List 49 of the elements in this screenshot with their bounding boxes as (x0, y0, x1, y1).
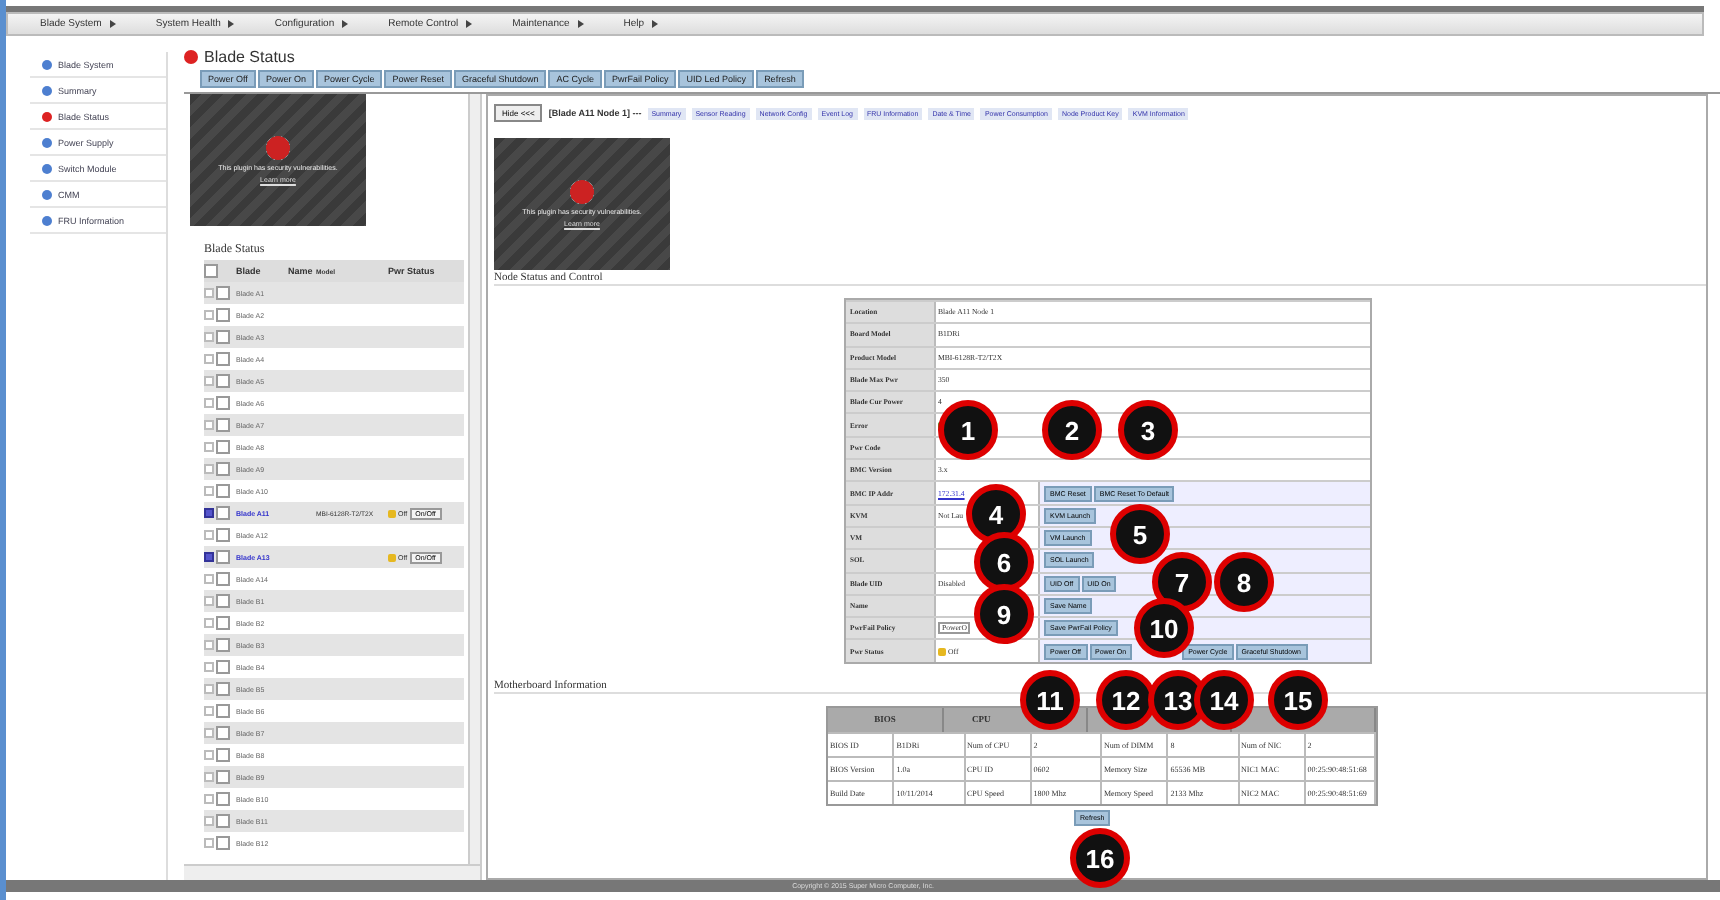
power-icon (388, 553, 396, 561)
page-title: Blade Status (204, 47, 295, 65)
checkbox[interactable] (216, 638, 230, 652)
checkbox[interactable] (216, 286, 230, 300)
checkbox[interactable] (216, 616, 230, 630)
checkbox[interactable] (216, 748, 230, 762)
checkbox[interactable] (216, 550, 230, 564)
checkbox[interactable] (216, 770, 230, 784)
callout-badge: 16 (1070, 828, 1130, 888)
power-icon (938, 647, 946, 656)
checkbox[interactable] (216, 726, 230, 740)
bullet-icon (42, 111, 52, 121)
callout-badge: 2 (1042, 400, 1102, 460)
callout-badge: 9 (974, 584, 1034, 644)
bullet-icon (42, 163, 52, 173)
power-icon (388, 509, 396, 517)
checkbox[interactable] (216, 572, 230, 586)
checkbox[interactable] (216, 462, 230, 476)
callout-badge: 4 (966, 484, 1026, 544)
scrollbar[interactable] (468, 94, 480, 864)
checkbox[interactable] (216, 704, 230, 718)
bullet-icon (42, 189, 52, 199)
checkbox[interactable] (216, 660, 230, 674)
checkbox[interactable] (216, 594, 230, 608)
checkbox[interactable] (216, 792, 230, 806)
bullet-icon (42, 59, 52, 69)
checkbox[interactable] (216, 682, 230, 696)
checkbox[interactable] (216, 374, 230, 388)
checkbox[interactable] (216, 506, 230, 520)
checkbox[interactable] (216, 308, 230, 322)
checkbox[interactable] (216, 396, 230, 410)
callout-badge: 14 (1194, 670, 1254, 730)
callout-badge: 3 (1118, 400, 1178, 460)
callout-badge: 11 (1020, 670, 1080, 730)
bullet-icon (42, 85, 52, 95)
checkbox[interactable] (216, 440, 230, 454)
callout-badge: 15 (1268, 670, 1328, 730)
checkbox[interactable] (216, 352, 230, 366)
callout-badge: 6 (974, 532, 1034, 592)
checkbox[interactable] (216, 484, 230, 498)
scrollbar[interactable] (184, 864, 480, 880)
checkbox[interactable] (204, 264, 218, 278)
bullet-icon (42, 137, 52, 147)
checkbox[interactable] (216, 418, 230, 432)
checkbox[interactable] (216, 814, 230, 828)
checkbox[interactable] (216, 836, 230, 850)
checkbox[interactable] (216, 330, 230, 344)
bullet-icon (42, 215, 52, 225)
checkbox[interactable] (216, 528, 230, 542)
